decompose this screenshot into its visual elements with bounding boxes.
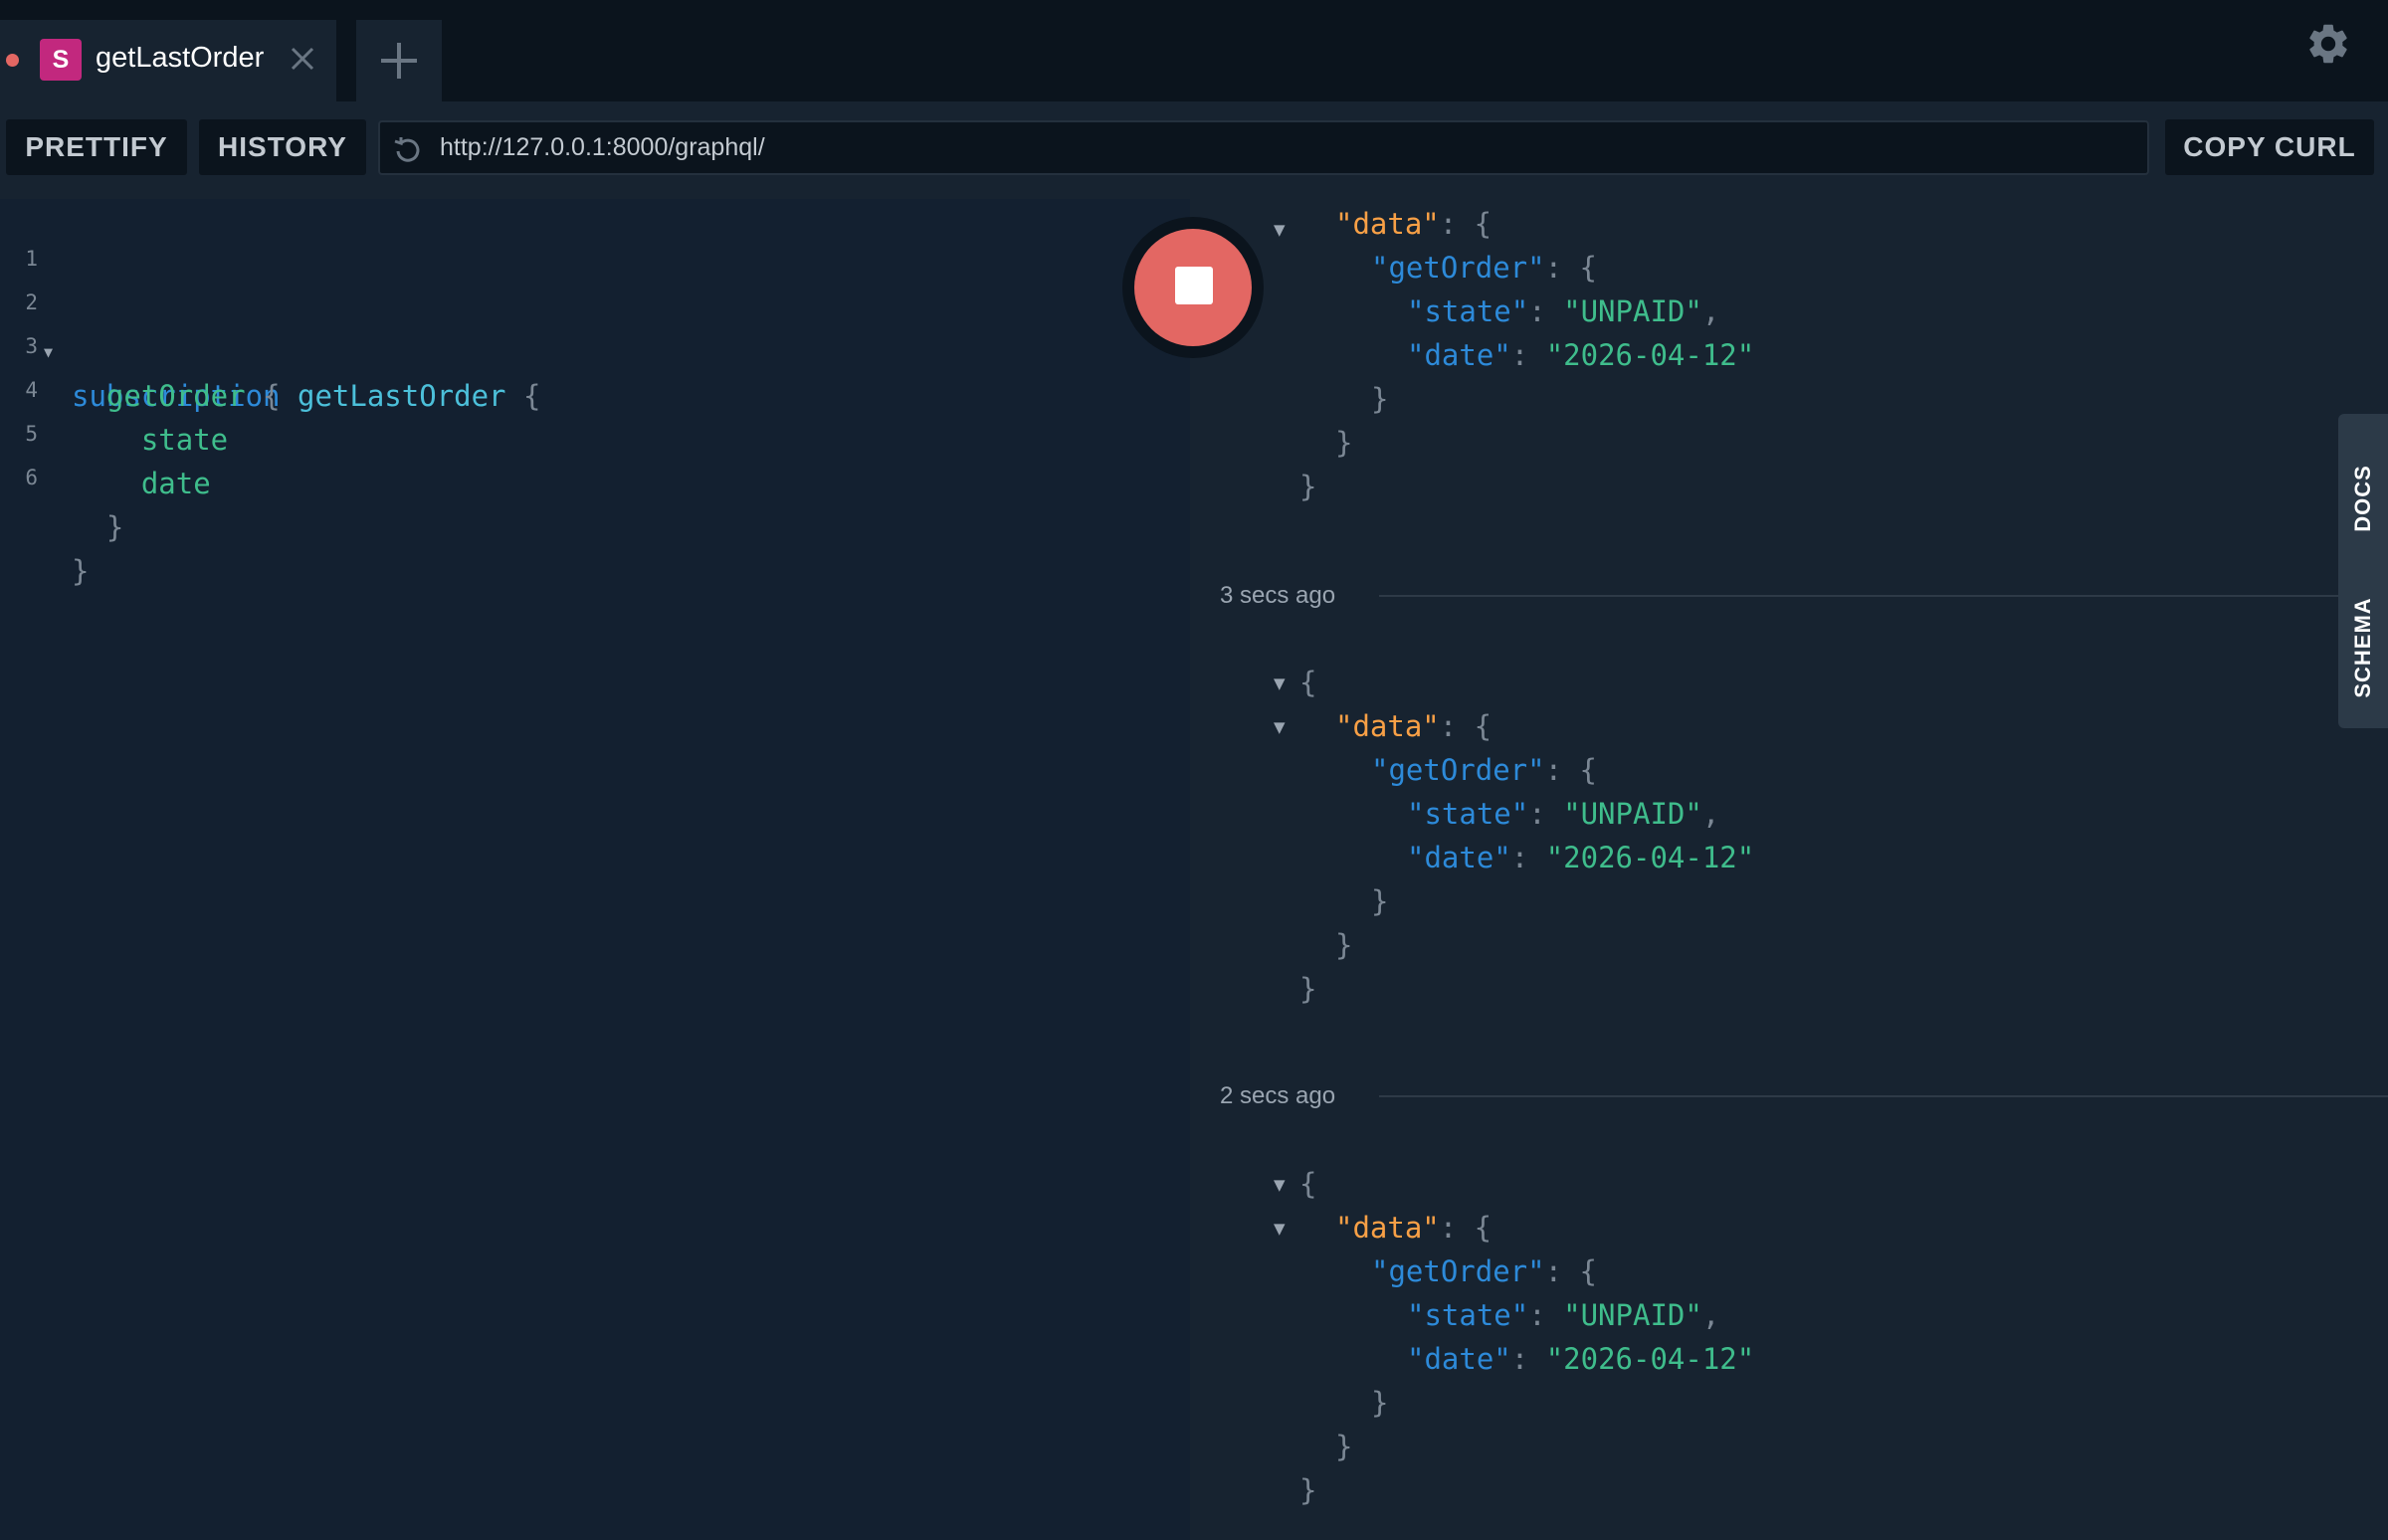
result-line: "getOrder": { <box>1371 753 1597 787</box>
query-editor[interactable]: 1 ▼ subscription getLastOrder { 2 getOrd… <box>0 199 1190 1540</box>
fold-toggle-icon[interactable]: ▼ <box>1274 221 1286 239</box>
line-number: 3 <box>25 334 38 358</box>
gear-icon[interactable] <box>2304 20 2352 68</box>
divider <box>1379 1095 2388 1097</box>
endpoint-url-bar <box>378 120 2149 175</box>
line-number: 6 <box>25 466 38 489</box>
results-pane[interactable]: ▼ "data": { "getOrder": { "state": "UNPA… <box>1190 199 2388 1540</box>
result-line: "date": "2026-04-12" <box>1407 338 1755 372</box>
brace-token: } <box>72 554 90 588</box>
result-timestamp: 2 secs ago <box>1220 1082 1336 1109</box>
result-line: } <box>1371 1386 1389 1420</box>
fold-toggle-icon[interactable]: ▼ <box>1274 1176 1286 1194</box>
fold-toggle-icon[interactable]: ▼ <box>1274 674 1286 692</box>
endpoint-url-input[interactable] <box>440 122 2131 173</box>
line-number: 1 <box>25 247 38 271</box>
reload-icon[interactable] <box>392 134 424 166</box>
line-number: 4 <box>25 378 38 402</box>
history-button[interactable]: HISTORY <box>199 119 366 175</box>
docs-tab-label: DOCS <box>2350 465 2375 532</box>
copy-curl-button[interactable]: COPY CURL <box>2165 119 2374 175</box>
fold-toggle-icon[interactable]: ▼ <box>1274 1220 1286 1238</box>
brace-token: } <box>105 510 124 544</box>
editor-line: 2 getOrder { <box>0 287 1190 413</box>
result-line: "state": "UNPAID", <box>1407 294 1720 328</box>
result-line: } <box>1335 1430 1353 1463</box>
prettify-button[interactable]: PRETTIFY <box>6 119 187 175</box>
editor-line: 3 state <box>0 330 1190 457</box>
schema-tab-label: SCHEMA <box>2350 597 2375 698</box>
result-line: "data": { <box>1335 709 1492 743</box>
unsaved-dot-icon <box>6 54 19 67</box>
result-timestamp: 3 secs ago <box>1220 582 1336 609</box>
editor-line: 4 date <box>0 374 1190 500</box>
result-line: } <box>1335 928 1353 962</box>
stop-icon <box>1175 267 1213 304</box>
close-icon[interactable] <box>290 46 315 72</box>
result-line: } <box>1299 972 1317 1006</box>
result-line: { <box>1299 1167 1317 1201</box>
add-tab-button[interactable] <box>356 20 442 101</box>
subscription-badge: S <box>40 39 82 81</box>
result-line: "state": "UNPAID", <box>1407 1298 1720 1332</box>
docs-tab[interactable]: DOCS <box>2338 414 2388 583</box>
result-line: "getOrder": { <box>1371 1254 1597 1288</box>
result-line: } <box>1371 382 1389 416</box>
result-line: "getOrder": { <box>1371 251 1597 285</box>
result-line: } <box>1335 426 1353 460</box>
result-line: "data": { <box>1335 207 1492 241</box>
result-line: "state": "UNPAID", <box>1407 797 1720 831</box>
result-line: "date": "2026-04-12" <box>1407 841 1755 874</box>
editor-line: 1 ▼ subscription getLastOrder { <box>0 243 1190 413</box>
result-line: } <box>1371 884 1389 918</box>
line-number: 5 <box>25 422 38 446</box>
result-line: } <box>1299 1473 1317 1507</box>
fold-toggle-icon[interactable]: ▼ <box>1274 718 1286 736</box>
tab-title: getLastOrder <box>96 42 265 74</box>
line-number: 2 <box>25 290 38 314</box>
plus-icon <box>381 43 417 79</box>
result-line: "date": "2026-04-12" <box>1407 1342 1755 1376</box>
editor-line: 5 } <box>0 418 1190 544</box>
result-line: "data": { <box>1335 1211 1492 1245</box>
divider <box>1379 595 2388 597</box>
result-line: } <box>1299 470 1317 503</box>
result-line: { <box>1299 666 1317 699</box>
editor-line: 6 } <box>0 462 1190 588</box>
schema-tab[interactable]: SCHEMA <box>2338 567 2388 728</box>
